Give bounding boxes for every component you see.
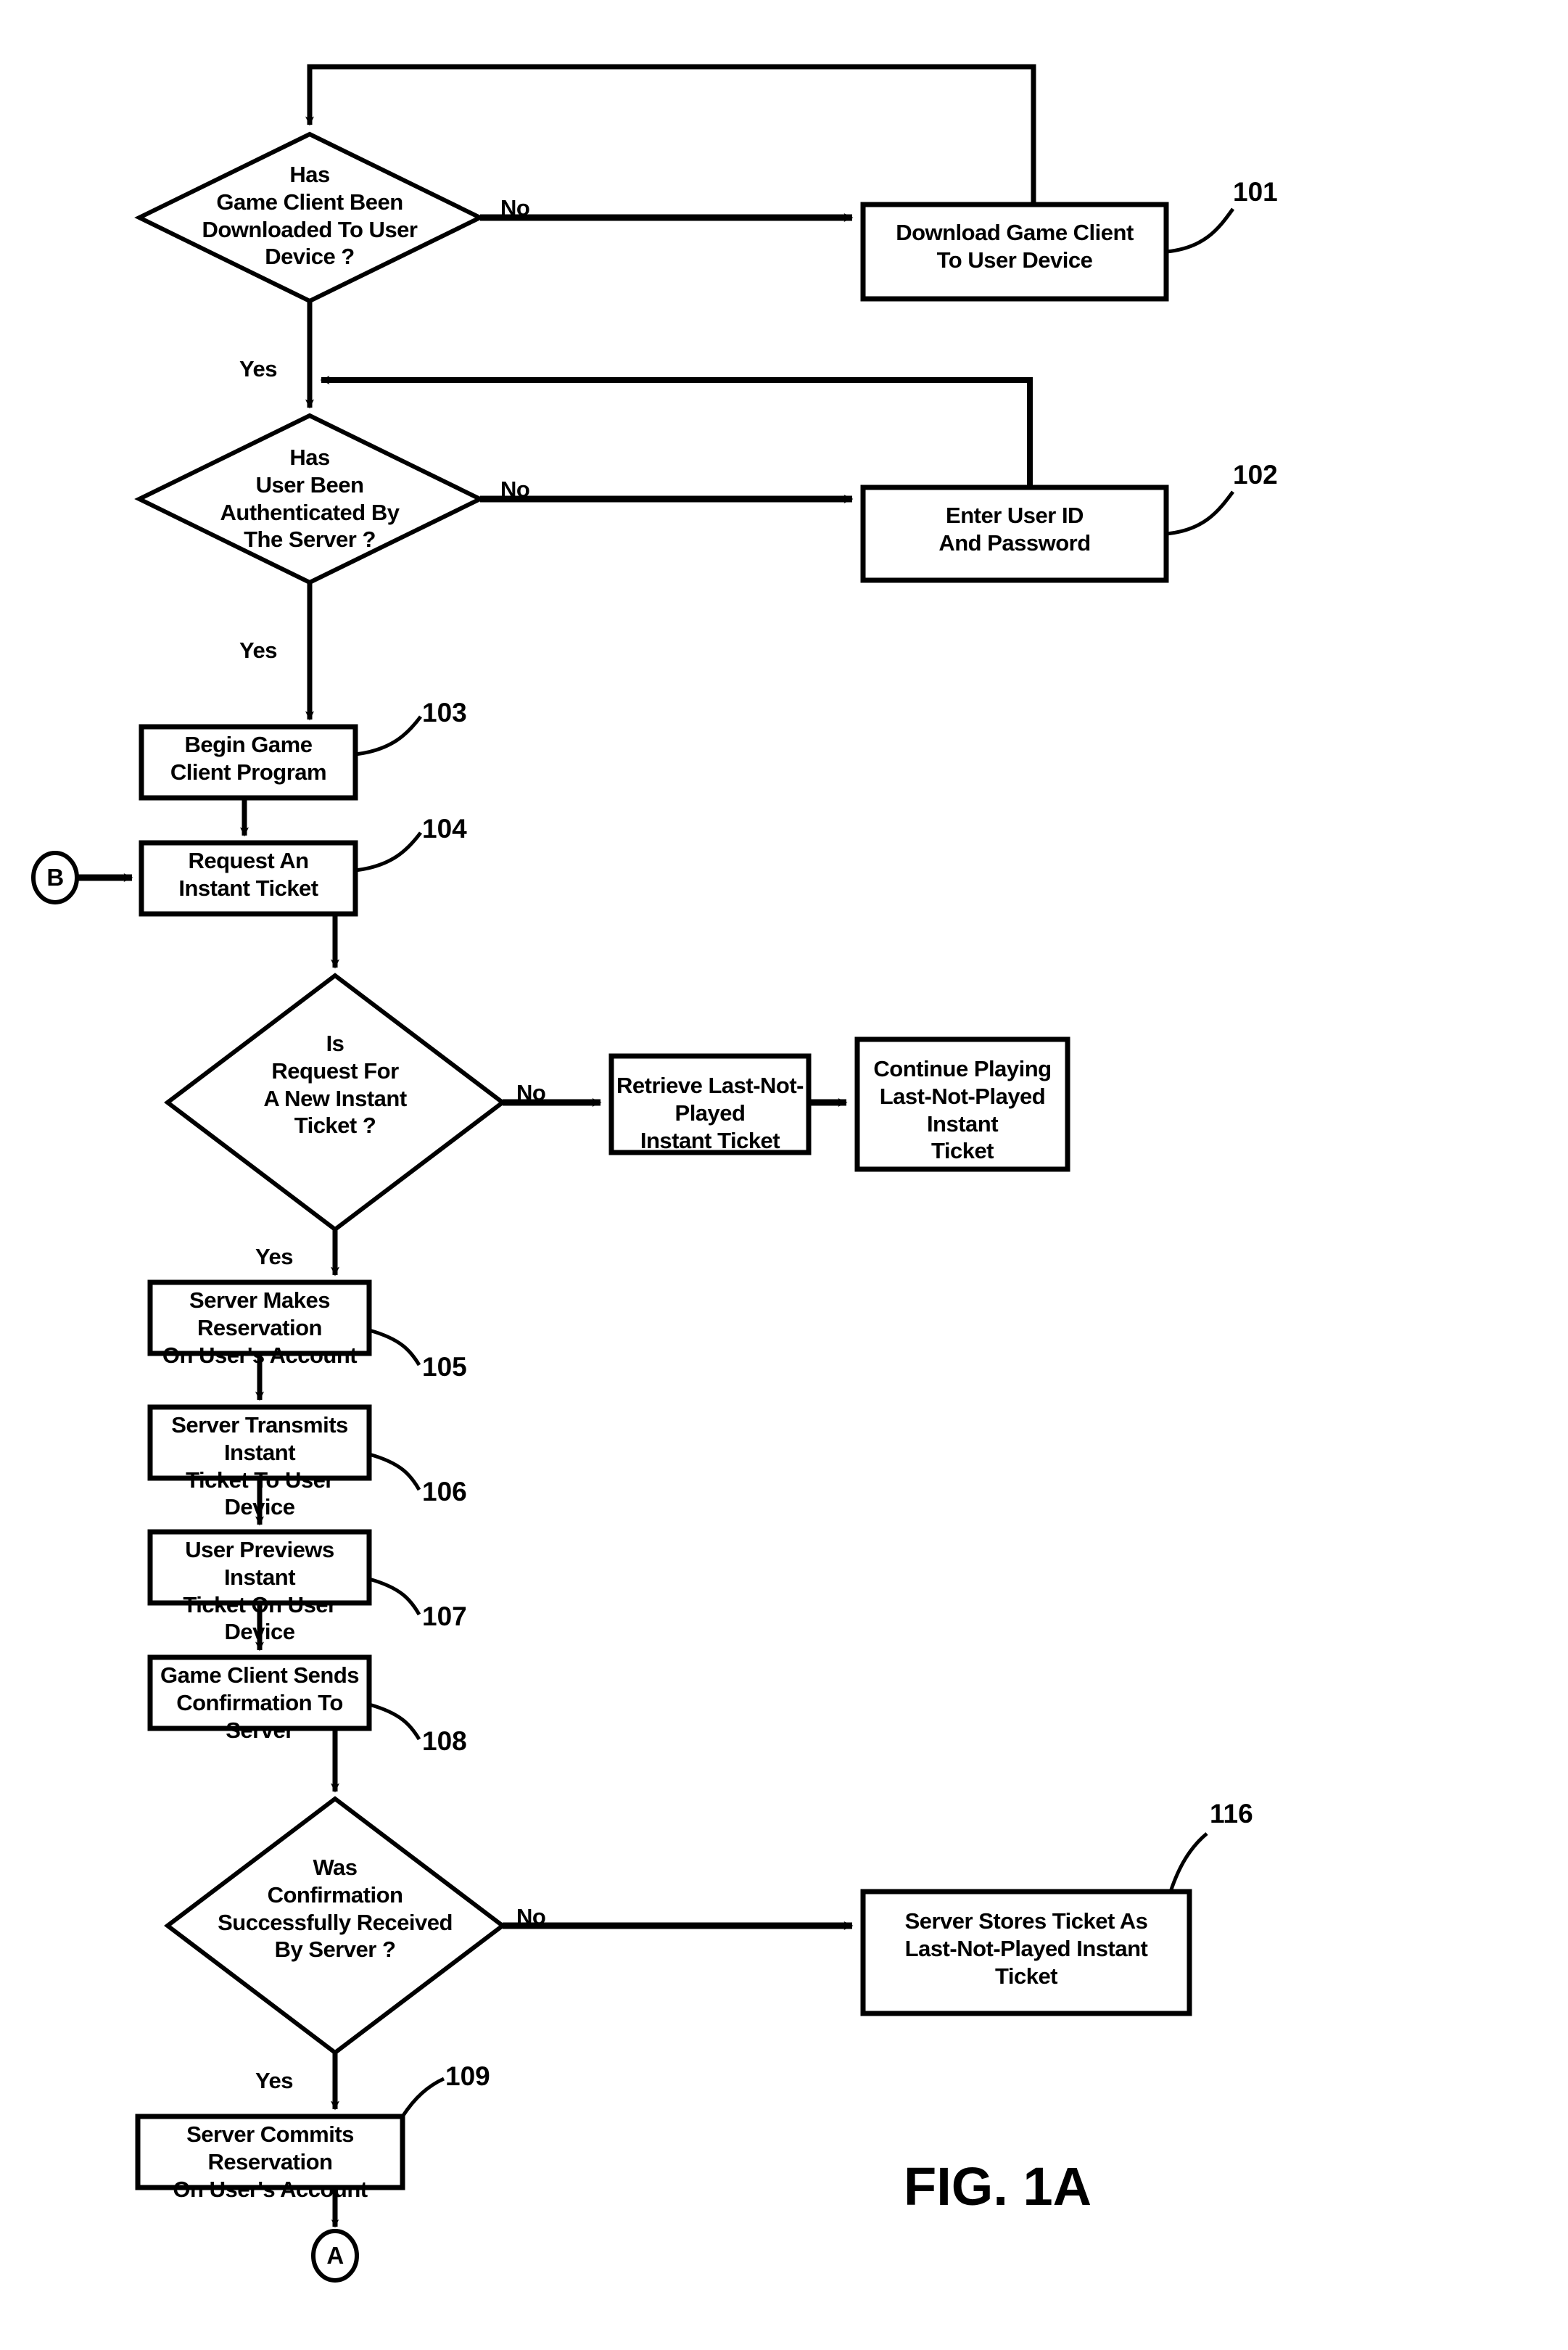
- connector-B-label: B: [46, 864, 64, 891]
- process-box-109-label: Server Commits Reservation On User's Acc…: [173, 2122, 368, 2202]
- edge-label-d1-no: No: [500, 195, 530, 220]
- ref-numeral-101: 101: [1233, 177, 1278, 207]
- ref-numeral-104: 104: [422, 814, 467, 844]
- ref-numeral-105: 105: [422, 1352, 467, 1382]
- ref-numeral-109: 109: [445, 2061, 490, 2091]
- process-box-continue-label: Continue Playing Last-Not-Played Instant…: [873, 1056, 1052, 1164]
- process-box-103-label: Begin Game Client Program: [170, 732, 327, 785]
- edge-label-d4-yes: Yes: [255, 2068, 293, 2093]
- edge-label-d3-no: No: [516, 1080, 546, 1105]
- ref-numeral-108: 108: [422, 1726, 467, 1756]
- ref-numeral-106: 106: [422, 1477, 467, 1506]
- ref-numeral-116: 116: [1210, 1799, 1253, 1829]
- process-box-101-label: Download Game Client To User Device: [896, 220, 1134, 273]
- edge-label-d1-yes: Yes: [239, 356, 277, 382]
- connector-A-label: A: [326, 2242, 344, 2269]
- process-box-retrieve-label: Retrieve Last-Not-Played Instant Ticket: [616, 1073, 804, 1153]
- decision-game-client-downloaded-label: Has Game Client Been Downloaded To User …: [202, 162, 418, 270]
- decision-user-authenticated-label: Has User Been Authenticated By The Serve…: [220, 445, 400, 553]
- patent-figure-sheet: Has Game Client Been Downloaded To User …: [0, 0, 1568, 2350]
- figure-caption: FIG. 1A: [904, 2156, 1092, 2217]
- process-box-102-label: Enter User ID And Password: [938, 503, 1091, 556]
- edge-label-d2-no: No: [500, 477, 530, 502]
- edge-label-d4-no: No: [516, 1904, 546, 1929]
- process-box-105-label: Server Makes Reservation On User's Accou…: [162, 1287, 358, 1368]
- process-box-107-label: User Previews Instant Ticket On User Dev…: [183, 1537, 337, 1645]
- process-box-104-label: Request An Instant Ticket: [178, 848, 318, 901]
- process-box-116-label: Server Stores Ticket As Last-Not-Played …: [904, 1908, 1148, 1989]
- ref-numeral-102: 102: [1233, 460, 1278, 490]
- flowchart-canvas: [31, 64, 1235, 2283]
- ref-numeral-107: 107: [422, 1601, 467, 1631]
- edge-label-d2-yes: Yes: [239, 638, 277, 663]
- process-box-106-label: Server Transmits Instant Ticket To User …: [171, 1412, 348, 1520]
- decision-request-new-ticket-label: Is Request For A New Instant Ticket ?: [263, 1031, 407, 1139]
- edge-label-d3-yes: Yes: [255, 1244, 293, 1269]
- decision-confirmation-received-label: Was Confirmation Successfully Received B…: [218, 1855, 453, 1963]
- process-box-108-label: Game Client Sends Confirmation To Server: [160, 1662, 360, 1743]
- ref-numeral-103: 103: [422, 698, 467, 727]
